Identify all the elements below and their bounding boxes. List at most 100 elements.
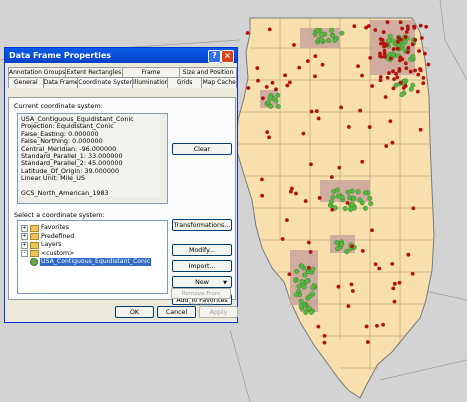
- folder-icon: [30, 241, 39, 249]
- red-point: [423, 51, 427, 56]
- red-point: [317, 196, 322, 200]
- red-point: [322, 340, 327, 345]
- clear-button[interactable]: Clear: [172, 143, 232, 155]
- red-point: [426, 62, 431, 67]
- red-point: [313, 74, 317, 79]
- expand-icon[interactable]: +: [21, 233, 28, 240]
- import-button[interactable]: Import...: [172, 260, 232, 272]
- red-point: [329, 175, 334, 179]
- red-point: [360, 73, 364, 78]
- red-point: [385, 20, 390, 25]
- tree-item[interactable]: + Predefined: [21, 233, 74, 241]
- tab-general[interactable]: General: [8, 77, 44, 88]
- new-button[interactable]: New ▼: [172, 276, 232, 288]
- green-point: [310, 266, 316, 272]
- green-point: [351, 195, 357, 201]
- dialog-titlebar: Data Frame Properties ? ×: [5, 48, 237, 63]
- red-point: [373, 262, 378, 267]
- red-point: [306, 265, 311, 270]
- globe-icon: [30, 258, 38, 266]
- red-point: [365, 340, 370, 344]
- red-point: [404, 30, 409, 34]
- green-point: [332, 37, 338, 43]
- green-point: [293, 292, 299, 298]
- red-point: [305, 59, 310, 64]
- tree-item[interactable]: + Layers: [21, 241, 61, 249]
- red-point: [417, 49, 421, 53]
- tab-data-frame[interactable]: Data Frame: [42, 77, 79, 88]
- ok-button[interactable]: OK: [115, 306, 154, 318]
- tab-map-cache[interactable]: Map Cache: [201, 77, 238, 88]
- red-point: [246, 86, 251, 90]
- green-point: [326, 37, 332, 43]
- red-point: [288, 189, 293, 194]
- horizontal-scrollbar[interactable]: [18, 197, 167, 203]
- current-coord-textbox[interactable]: USA_Contiguous_Equidistant_Conic Projecti…: [17, 113, 168, 204]
- green-point: [319, 37, 325, 43]
- remove-from-favorites-button[interactable]: Remove From Favorites: [171, 288, 231, 308]
- dialog-title: Data Frame Properties: [9, 51, 112, 60]
- red-point: [292, 43, 296, 47]
- red-point: [404, 66, 409, 71]
- green-point: [328, 199, 334, 205]
- green-point: [268, 103, 274, 109]
- tab-illumination[interactable]: Illumination: [132, 77, 168, 88]
- red-point: [265, 130, 270, 135]
- red-point: [383, 95, 388, 99]
- red-point: [389, 56, 393, 61]
- help-icon[interactable]: ?: [208, 50, 221, 63]
- red-point: [391, 86, 396, 91]
- cancel-button[interactable]: Cancel: [157, 306, 196, 318]
- tab-grids[interactable]: Grids: [166, 77, 203, 88]
- expand-icon[interactable]: +: [21, 224, 28, 232]
- green-point: [348, 206, 354, 212]
- red-point: [405, 50, 410, 55]
- red-point: [352, 24, 357, 29]
- red-point: [322, 334, 327, 338]
- red-point: [382, 51, 387, 56]
- red-point: [403, 61, 408, 66]
- coord-system-tree[interactable]: + Favorites + Predefined + Layers - <custom> USA…: [17, 220, 168, 294]
- red-point: [346, 304, 351, 309]
- green-point: [390, 38, 396, 44]
- tree-item[interactable]: - <custom>: [21, 250, 74, 258]
- red-point: [350, 244, 355, 249]
- green-point: [335, 193, 341, 199]
- red-point: [385, 75, 390, 80]
- red-point: [270, 80, 275, 85]
- red-point: [395, 75, 400, 80]
- red-point: [255, 66, 260, 71]
- green-point: [298, 303, 304, 309]
- vertical-scrollbar[interactable]: [160, 114, 167, 203]
- red-point: [395, 46, 400, 51]
- red-point: [375, 323, 379, 328]
- red-point: [297, 65, 302, 70]
- collapse-icon[interactable]: -: [21, 250, 28, 257]
- red-point: [366, 24, 371, 28]
- modify-button[interactable]: Modify...: [172, 244, 232, 256]
- red-point: [378, 78, 383, 83]
- green-point: [399, 92, 405, 98]
- expand-icon[interactable]: +: [21, 241, 28, 249]
- red-point: [368, 55, 373, 60]
- red-point: [260, 177, 264, 182]
- red-point: [360, 249, 365, 253]
- transformations-button[interactable]: Transformations...: [172, 219, 232, 231]
- red-point: [260, 193, 265, 198]
- close-icon[interactable]: ×: [221, 50, 234, 63]
- tree-item[interactable]: USA_Contiguous_Equidistant_Conic: [30, 258, 152, 266]
- tree-item[interactable]: + Favorites: [21, 224, 69, 232]
- tab-coordinate-system[interactable]: Coordinate System: [77, 77, 134, 88]
- tree-item-label: <custom>: [41, 249, 75, 257]
- tab-row-2: General Data Frame Coordinate System Ill…: [8, 77, 238, 88]
- red-point: [397, 69, 402, 73]
- red-point: [349, 282, 354, 287]
- green-point: [344, 249, 350, 255]
- red-point: [392, 281, 397, 286]
- red-point: [397, 280, 402, 285]
- apply-button[interactable]: Apply: [199, 306, 238, 318]
- red-point: [267, 135, 271, 140]
- red-point: [377, 266, 382, 271]
- folder-icon: [30, 224, 39, 232]
- green-point: [308, 309, 314, 315]
